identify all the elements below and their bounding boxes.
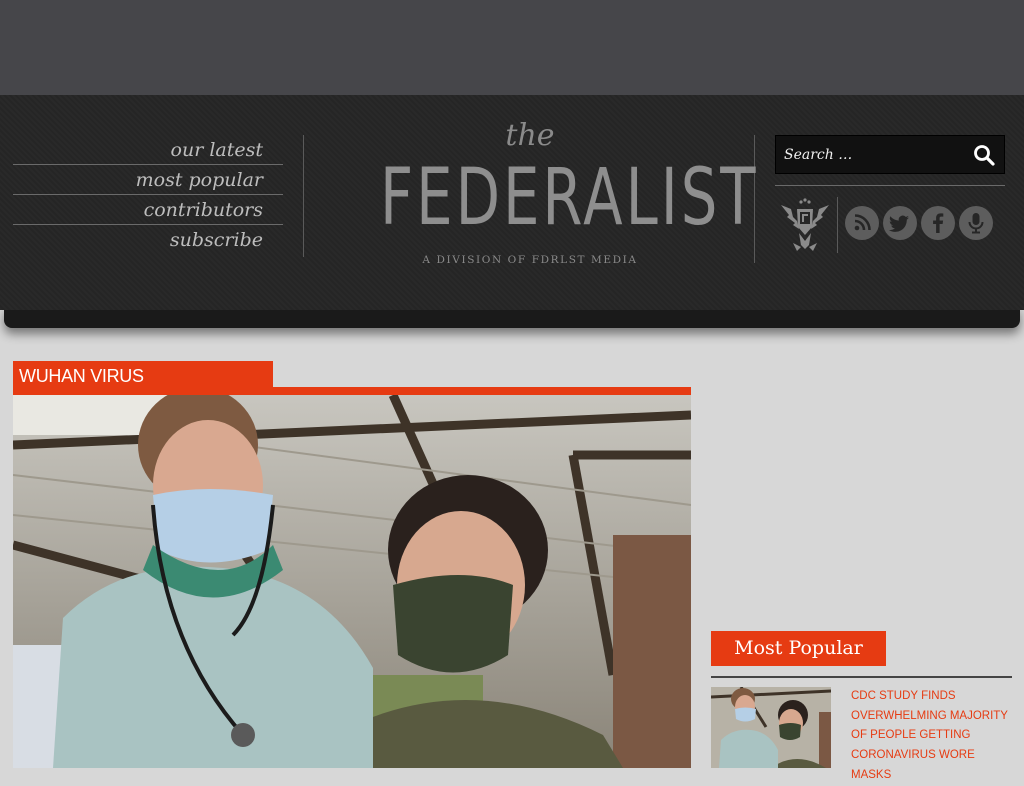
facebook-icon xyxy=(933,213,944,233)
hero-photo xyxy=(13,395,691,768)
nav-divider xyxy=(303,135,304,257)
nav-contributors[interactable]: contributors xyxy=(13,195,283,225)
top-ad-bar xyxy=(0,0,1024,96)
twitter-icon xyxy=(888,215,909,232)
main-nav: our latest most popular contributors sub… xyxy=(13,135,283,255)
eagle-emblem-icon xyxy=(781,198,829,251)
most-popular-thumbnail xyxy=(711,687,831,768)
podcast-button[interactable] xyxy=(959,206,993,240)
rss-button[interactable] xyxy=(845,206,879,240)
nav-most-popular[interactable]: most popular xyxy=(13,165,283,195)
most-popular-link[interactable]: CDC STUDY FINDS OVERWHELMING MAJORITY OF… xyxy=(851,687,1016,786)
social-divider xyxy=(837,197,838,253)
twitter-button[interactable] xyxy=(883,206,917,240)
search-input[interactable] xyxy=(784,145,964,165)
most-popular-thumb[interactable] xyxy=(711,687,831,768)
search-icon xyxy=(974,145,995,166)
hero-image[interactable] xyxy=(13,395,691,768)
podcast-icon xyxy=(968,213,984,234)
search-form xyxy=(775,135,1005,174)
most-popular-heading: Most Popular xyxy=(711,631,886,666)
facebook-button[interactable] xyxy=(921,206,955,240)
logo-the[interactable]: the xyxy=(430,118,630,153)
rss-icon xyxy=(854,214,871,231)
search-button[interactable] xyxy=(972,143,996,167)
search-underline xyxy=(775,185,1005,186)
category-underline xyxy=(13,387,691,395)
nav-subscribe[interactable]: subscribe xyxy=(13,225,283,255)
logo-tagline: A DIVISION OF FDRLST MEDIA xyxy=(422,254,638,266)
nav-our-latest[interactable]: our latest xyxy=(13,135,283,165)
logo-wordmark[interactable]: FEDERALIST xyxy=(380,152,756,244)
category-tab[interactable]: WUHAN VIRUS xyxy=(13,361,273,388)
most-popular-divider xyxy=(711,676,1012,678)
